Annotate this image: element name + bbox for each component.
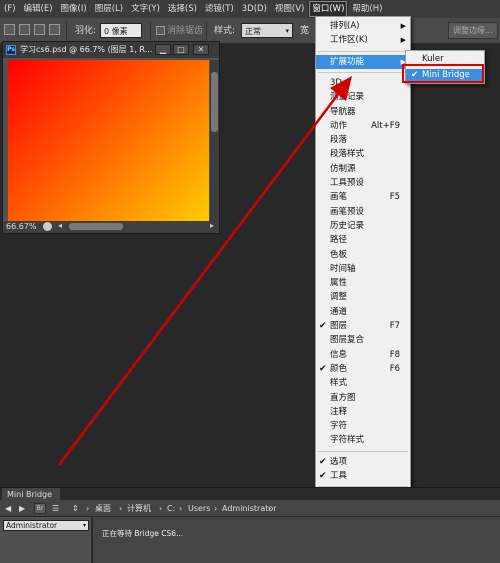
breadcrumb-arrow-icon: › bbox=[179, 504, 183, 513]
breadcrumb-arrow-icon: › bbox=[214, 504, 218, 513]
back-icon[interactable]: ◀ bbox=[5, 502, 11, 515]
breadcrumb-drive[interactable]: C: bbox=[167, 502, 175, 515]
forward-icon[interactable]: ▶ bbox=[19, 502, 25, 515]
breadcrumb-computer[interactable]: 计算机 bbox=[127, 502, 151, 515]
breadcrumb-arrow-icon: › bbox=[268, 504, 272, 513]
mini-bridge-content: 正在等待 Bridge CS6... bbox=[93, 517, 500, 563]
chevron-down-icon: ▾ bbox=[82, 522, 86, 529]
mini-bridge-toolbar: ◀ ▶ Br ☰ ⇕ › 桌面 › 计算机 › C: › Users › Adm… bbox=[0, 500, 500, 517]
sort-icon[interactable]: ⇕ bbox=[72, 502, 79, 515]
breadcrumb-users[interactable]: Users bbox=[188, 502, 210, 515]
user-select-value: Administrator bbox=[6, 521, 58, 530]
loading-message: 正在等待 Bridge CS6... bbox=[102, 529, 184, 538]
bridge-button[interactable]: Br bbox=[34, 503, 46, 514]
breadcrumb-arrow-icon: › bbox=[159, 504, 163, 513]
settings-icon[interactable]: ☰ bbox=[52, 502, 59, 515]
arrow-head bbox=[330, 76, 352, 101]
red-arrow-annotation bbox=[58, 76, 352, 466]
mini-bridge-sidebar: Administrator ▾ bbox=[0, 517, 92, 563]
breadcrumb-desktop[interactable]: 桌面 bbox=[95, 502, 111, 515]
mini-bridge-tab-bar: Mini Bridge bbox=[0, 487, 500, 501]
breadcrumb-arrow-icon: › bbox=[119, 504, 123, 513]
user-select[interactable]: Administrator ▾ bbox=[3, 520, 89, 531]
arrow-shaft bbox=[58, 84, 346, 466]
breadcrumb-arrow-icon: › bbox=[86, 504, 90, 513]
